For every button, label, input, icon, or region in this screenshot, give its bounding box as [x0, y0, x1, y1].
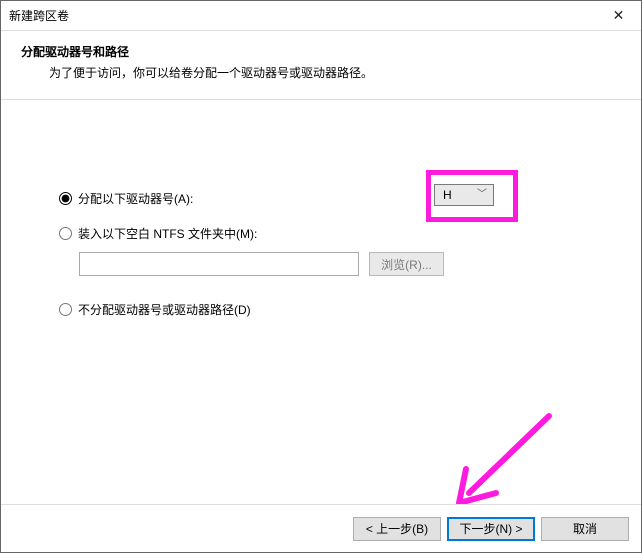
page-description: 为了便于访问，你可以给卷分配一个驱动器号或驱动器路径。 — [21, 64, 621, 81]
chevron-down-icon: ﹀ — [477, 185, 493, 205]
back-button[interactable]: < 上一步(B) — [353, 517, 441, 541]
cancel-button[interactable]: 取消 — [541, 517, 629, 541]
window-title: 新建跨区卷 — [9, 7, 69, 24]
mount-folder-row: 浏览(R)... — [59, 252, 583, 276]
wizard-content: 分配以下驱动器号(A): H ﹀ 装入以下空白 NTFS 文件夹中(M): 浏览… — [1, 100, 641, 356]
page-title: 分配驱动器号和路径 — [21, 43, 621, 60]
radio-none-label: 不分配驱动器号或驱动器路径(D) — [78, 301, 251, 318]
wizard-header: 分配驱动器号和路径 为了便于访问，你可以给卷分配一个驱动器号或驱动器路径。 — [1, 31, 641, 85]
drive-letter-value: H — [443, 185, 452, 205]
wizard-window: 新建跨区卷 ✕ 分配驱动器号和路径 为了便于访问，你可以给卷分配一个驱动器号或驱… — [0, 0, 642, 553]
drive-letter-select[interactable]: H ﹀ — [434, 184, 494, 206]
radio-none[interactable] — [59, 303, 72, 316]
radio-mount[interactable] — [59, 227, 72, 240]
option-no-assign[interactable]: 不分配驱动器号或驱动器路径(D) — [59, 301, 583, 318]
drive-letter-select-wrap: H ﹀ — [434, 184, 494, 206]
mount-folder-input[interactable] — [79, 252, 359, 276]
close-icon: ✕ — [613, 7, 625, 24]
close-button[interactable]: ✕ — [596, 1, 641, 31]
option-assign-drive-letter[interactable]: 分配以下驱动器号(A): H ﹀ — [59, 190, 583, 207]
next-button[interactable]: 下一步(N) > — [447, 517, 535, 541]
radio-assign[interactable] — [59, 192, 72, 205]
wizard-footer: < 上一步(B) 下一步(N) > 取消 — [1, 504, 641, 552]
radio-mount-label: 装入以下空白 NTFS 文件夹中(M): — [78, 225, 257, 242]
radio-assign-label: 分配以下驱动器号(A): — [78, 190, 193, 207]
titlebar: 新建跨区卷 ✕ — [1, 1, 641, 31]
browse-button[interactable]: 浏览(R)... — [369, 252, 444, 276]
option-mount-ntfs-folder[interactable]: 装入以下空白 NTFS 文件夹中(M): — [59, 225, 583, 242]
